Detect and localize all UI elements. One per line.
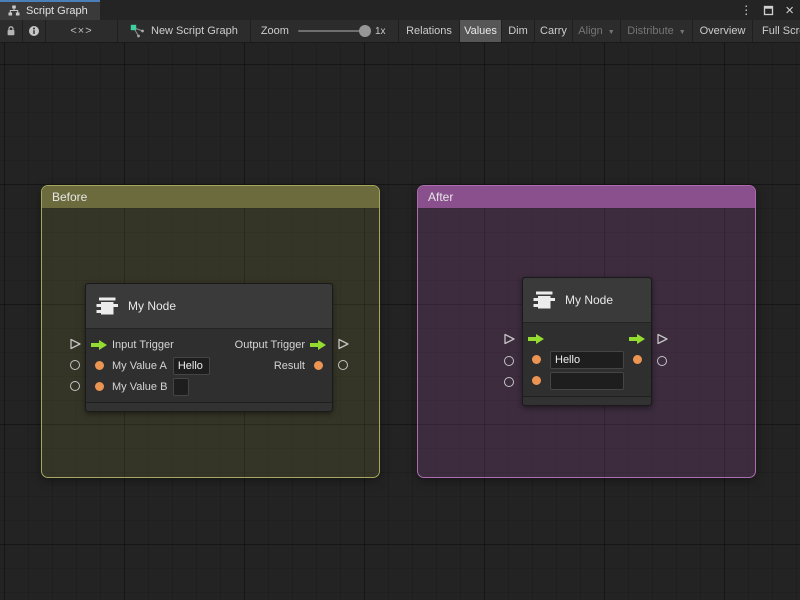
group-after-header[interactable]: After	[418, 186, 755, 208]
node-after-ports	[523, 323, 651, 394]
input-trigger-label: Input Trigger	[112, 339, 174, 351]
info-icon	[28, 25, 40, 37]
distribute-dropdown[interactable]: Distribute ▼	[620, 20, 692, 42]
graph-canvas[interactable]: Before After My Node	[0, 43, 800, 600]
trigger-output-port-icon[interactable]	[310, 340, 326, 350]
close-icon[interactable]: ×	[785, 3, 794, 18]
group-before-title: Before	[52, 190, 87, 204]
node-before-ports: Input Trigger Output Trigger My Value A …	[86, 329, 332, 400]
port-row-trigger	[523, 328, 651, 349]
node-after-header[interactable]: My Node	[523, 278, 651, 323]
external-value-a-port[interactable]	[504, 356, 514, 366]
script-graph-icon	[130, 24, 144, 38]
tab-title: Script Graph	[26, 5, 88, 17]
dim-label: Dim	[508, 25, 528, 37]
graph-hierarchy-icon	[8, 5, 20, 17]
trigger-input-port-icon[interactable]	[91, 340, 107, 350]
values-toggle[interactable]: Values	[459, 20, 501, 42]
align-dropdown[interactable]: Align ▼	[572, 20, 620, 42]
node-my-node-before[interactable]: My Node Input Trigger Output Trigger	[85, 283, 333, 412]
value-b-field[interactable]	[550, 372, 624, 390]
value-b-input-port-icon[interactable]	[91, 382, 107, 391]
script-graph-window: Script Graph ⋮ × <×>	[0, 0, 800, 600]
maximize-icon[interactable]	[763, 5, 774, 16]
value-a-label: My Value A	[112, 360, 167, 372]
chevron-down-icon: ▼	[679, 29, 686, 36]
external-result-port[interactable]	[657, 356, 667, 366]
zoom-slider[interactable]	[298, 30, 366, 32]
node-title: My Node	[128, 299, 176, 313]
unit-node-icon	[532, 288, 556, 312]
value-a-field[interactable]	[550, 351, 624, 369]
relations-label: Relations	[406, 25, 452, 37]
chevron-down-icon: ▼	[608, 29, 615, 36]
unit-node-icon	[95, 294, 119, 318]
port-row-value-b: My Value B	[86, 376, 332, 397]
value-b-input-port-icon[interactable]	[528, 376, 544, 385]
tab-script-graph[interactable]: Script Graph	[0, 0, 100, 20]
port-row-value-a	[523, 349, 651, 370]
value-a-field[interactable]	[173, 357, 210, 375]
code-view-button[interactable]: <×>	[46, 20, 118, 42]
node-title: My Node	[565, 293, 613, 307]
result-label: Result	[274, 360, 305, 372]
value-a-input-port-icon[interactable]	[528, 355, 544, 364]
external-trigger-out-port[interactable]	[337, 338, 350, 350]
carry-toggle[interactable]: Carry	[534, 20, 572, 42]
node-before-header[interactable]: My Node	[86, 284, 332, 329]
distribute-label: Distribute	[627, 25, 673, 37]
menu-kebab-icon[interactable]: ⋮	[740, 4, 752, 16]
graph-toolbar: <×> New Script Graph Zoom 1x Relations V…	[0, 20, 800, 43]
port-row-value-a: My Value A Result	[86, 355, 332, 376]
zoom-label: Zoom	[261, 25, 289, 37]
relations-toggle[interactable]: Relations	[399, 20, 459, 42]
trigger-input-port-icon[interactable]	[528, 334, 544, 344]
group-before-header[interactable]: Before	[42, 186, 379, 208]
toolbar-view-buttons: Relations Values Dim Carry Align ▼ Distri…	[398, 20, 800, 42]
port-row-value-b	[523, 370, 651, 391]
output-trigger-label: Output Trigger	[235, 339, 305, 351]
graph-selector-button[interactable]: New Script Graph	[118, 20, 251, 42]
value-b-field[interactable]	[173, 378, 189, 396]
zoom-control: Zoom 1x	[261, 20, 386, 42]
graph-name-label: New Script Graph	[151, 25, 238, 37]
external-trigger-in-port[interactable]	[503, 333, 516, 345]
external-value-a-port[interactable]	[70, 360, 80, 370]
fullscreen-label: Full Screen	[762, 25, 800, 37]
carry-label: Carry	[540, 25, 567, 37]
result-output-port-icon[interactable]	[629, 355, 645, 364]
align-label: Align	[578, 25, 602, 37]
result-output-port-icon[interactable]	[310, 361, 326, 370]
info-button[interactable]	[23, 20, 46, 42]
overview-button[interactable]: Overview	[692, 20, 752, 42]
trigger-output-port-icon[interactable]	[629, 334, 645, 344]
value-b-label: My Value B	[112, 381, 167, 393]
external-trigger-out-port[interactable]	[656, 333, 669, 345]
group-after-title: After	[428, 190, 453, 204]
zoom-value: 1x	[375, 26, 386, 37]
values-label: Values	[464, 25, 497, 37]
lock-icon	[5, 25, 17, 37]
dim-toggle[interactable]: Dim	[501, 20, 534, 42]
node-footer	[523, 396, 651, 405]
window-controls: ⋮ ×	[740, 0, 794, 20]
port-row-trigger: Input Trigger Output Trigger	[86, 334, 332, 355]
value-a-input-port-icon[interactable]	[91, 361, 107, 370]
lock-button[interactable]	[0, 20, 23, 42]
external-result-port[interactable]	[338, 360, 348, 370]
code-view-glyph: <×>	[70, 25, 92, 37]
node-footer	[86, 402, 332, 411]
zoom-slider-handle[interactable]	[359, 25, 371, 37]
tab-bar: Script Graph ⋮ ×	[0, 0, 800, 20]
external-trigger-in-port[interactable]	[69, 338, 82, 350]
external-value-b-port[interactable]	[70, 381, 80, 391]
overview-label: Overview	[700, 25, 746, 37]
fullscreen-button[interactable]: Full Screen	[752, 20, 800, 42]
external-value-b-port[interactable]	[504, 377, 514, 387]
node-my-node-after[interactable]: My Node	[522, 277, 652, 406]
